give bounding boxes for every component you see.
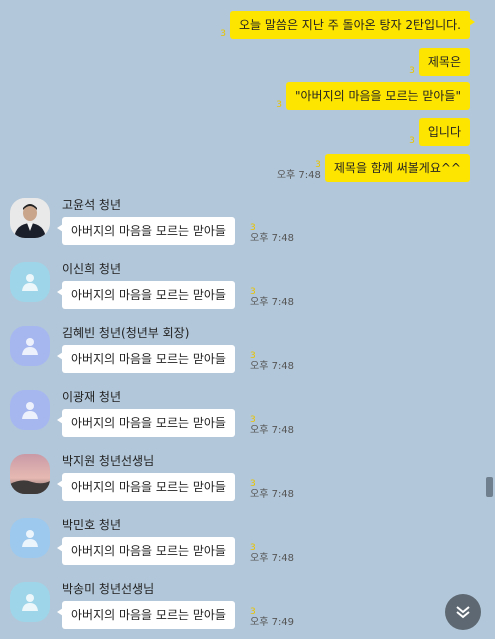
avatar[interactable] xyxy=(10,326,50,366)
unread-count: 3 xyxy=(315,160,321,170)
person-icon xyxy=(22,594,38,611)
message-time: 오후 7:48 xyxy=(250,489,295,500)
unread-count: 3 xyxy=(276,100,282,110)
person-icon xyxy=(22,530,38,547)
avatar[interactable] xyxy=(10,198,50,238)
unread-count: 3 xyxy=(220,29,226,39)
my-message-bubble[interactable]: 제목은 xyxy=(418,48,470,76)
avatar[interactable] xyxy=(10,262,50,302)
my-message[interactable]: 3 제목은 xyxy=(409,48,470,76)
my-message[interactable]: 3 오후 7:48 제목을 함께 써볼게요^^ xyxy=(277,154,470,182)
my-message-bubble[interactable]: 제목을 함께 써볼게요^^ xyxy=(324,154,470,182)
my-message-bubble[interactable]: 오늘 말씀은 지난 주 돌아온 탕자 2탄입니다. xyxy=(229,11,476,39)
unread-count: 3 xyxy=(409,136,415,146)
avatar[interactable] xyxy=(10,454,50,494)
message-time: 오후 7:48 xyxy=(250,425,295,436)
my-message[interactable]: 3 입니다 xyxy=(409,118,470,146)
sender-name: 이신희 청년 xyxy=(62,262,122,276)
sender-name: 김혜빈 청년(청년부 회장) xyxy=(62,326,190,340)
unread-count: 3 xyxy=(250,351,256,361)
scrollbar[interactable] xyxy=(483,0,495,639)
person-icon xyxy=(22,338,38,355)
message-time: 오후 7:48 xyxy=(250,553,295,564)
message-bubble[interactable]: 아버지의 마음을 모르는 맏아들 xyxy=(57,601,235,629)
my-message-bubble[interactable]: "아버지의 마음을 모르는 맏아들" xyxy=(285,82,470,110)
sender-name: 박송미 청년선생님 xyxy=(62,582,155,596)
profile-photo-icon xyxy=(10,198,50,238)
sender-name: 박지원 청년선생님 xyxy=(62,454,155,468)
unread-count: 3 xyxy=(250,415,256,425)
sender-name: 이광재 청년 xyxy=(62,390,122,404)
my-message-bubble[interactable]: 입니다 xyxy=(418,118,470,146)
chevron-down-icon xyxy=(456,606,470,619)
message-time: 오후 7:48 xyxy=(250,233,295,244)
message-bubble[interactable]: 아버지의 마음을 모르는 맏아들 xyxy=(57,473,235,501)
avatar[interactable] xyxy=(10,518,50,558)
sender-name: 박민호 청년 xyxy=(62,518,122,532)
unread-count: 3 xyxy=(250,479,256,489)
person-icon xyxy=(22,274,38,291)
message-time: 오후 7:48 xyxy=(276,170,321,181)
avatar[interactable] xyxy=(10,390,50,430)
unread-count: 3 xyxy=(250,287,256,297)
message-bubble[interactable]: 아버지의 마음을 모르는 맏아들 xyxy=(57,217,235,245)
message-bubble[interactable]: 아버지의 마음을 모르는 맏아들 xyxy=(57,281,235,309)
scrollbar-thumb[interactable] xyxy=(486,477,493,497)
message-bubble[interactable]: 아버지의 마음을 모르는 맏아들 xyxy=(57,537,235,565)
profile-photo-icon xyxy=(10,454,50,494)
unread-count: 3 xyxy=(409,66,415,76)
my-message[interactable]: 3 오늘 말씀은 지난 주 돌아온 탕자 2탄입니다. xyxy=(220,11,476,39)
sender-name: 고윤석 청년 xyxy=(62,198,122,212)
message-bubble[interactable]: 아버지의 마음을 모르는 맏아들 xyxy=(57,345,235,373)
unread-count: 3 xyxy=(250,223,256,233)
chat-area: 3 오늘 말씀은 지난 주 돌아온 탕자 2탄입니다. 3 제목은 3 "아버지… xyxy=(0,0,483,639)
message-time: 오후 7:49 xyxy=(250,617,295,628)
unread-count: 3 xyxy=(250,543,256,553)
message-time: 오후 7:48 xyxy=(250,361,295,372)
message-time: 오후 7:48 xyxy=(250,297,295,308)
message-bubble[interactable]: 아버지의 마음을 모르는 맏아들 xyxy=(57,409,235,437)
unread-count: 3 xyxy=(250,607,256,617)
my-message[interactable]: 3 "아버지의 마음을 모르는 맏아들" xyxy=(276,82,470,110)
person-icon xyxy=(22,402,38,419)
avatar[interactable] xyxy=(10,582,50,622)
scroll-to-bottom-button[interactable] xyxy=(445,594,481,630)
